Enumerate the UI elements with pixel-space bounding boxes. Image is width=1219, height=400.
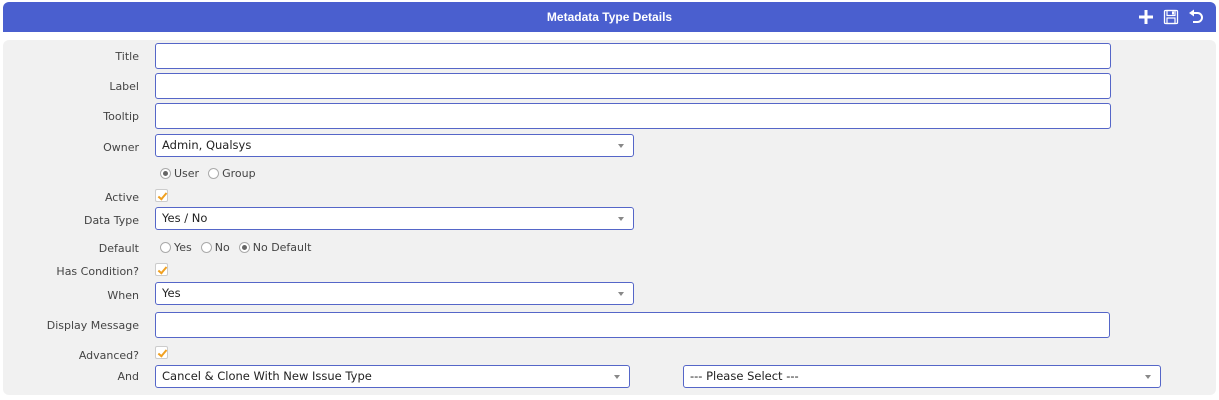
and-target-value: --- Please Select --- bbox=[690, 369, 799, 383]
chevron-down-icon bbox=[618, 217, 624, 221]
undo-icon[interactable] bbox=[1186, 7, 1206, 27]
radio-default-none[interactable] bbox=[238, 241, 250, 253]
has-condition-label: Has Condition? bbox=[56, 265, 139, 278]
has-condition-checkbox[interactable] bbox=[155, 263, 168, 276]
and-label: And bbox=[117, 370, 139, 383]
title-label: Title bbox=[115, 50, 139, 63]
header-actions bbox=[1136, 7, 1206, 27]
when-value: Yes bbox=[162, 286, 181, 300]
owner-type-user[interactable]: User bbox=[160, 167, 199, 180]
panel-header: Metadata Type Details bbox=[3, 2, 1216, 32]
radio-default-yes[interactable] bbox=[160, 241, 171, 253]
data-type-select[interactable]: Yes / No bbox=[155, 207, 634, 230]
owner-type-group-option[interactable]: Group bbox=[208, 167, 256, 180]
and-action-select[interactable]: Cancel & Clone With New Issue Type bbox=[155, 365, 630, 388]
display-message-label: Display Message bbox=[46, 319, 139, 332]
default-none-label: No Default bbox=[252, 240, 312, 254]
advanced-label: Advanced? bbox=[78, 349, 139, 362]
radio-default-no[interactable] bbox=[200, 241, 212, 253]
when-label: When bbox=[107, 289, 139, 302]
owner-type-group-label: Group bbox=[222, 166, 256, 180]
owner-value: Admin, Qualsys bbox=[162, 138, 252, 152]
label-label: Label bbox=[109, 80, 139, 93]
active-label: Active bbox=[104, 191, 139, 204]
tooltip-input[interactable] bbox=[155, 103, 1111, 129]
data-type-value: Yes / No bbox=[162, 211, 208, 225]
radio-group[interactable] bbox=[208, 167, 220, 179]
title-input[interactable] bbox=[155, 43, 1111, 69]
owner-select[interactable]: Admin, Qualsys bbox=[155, 134, 634, 157]
default-no[interactable]: No bbox=[200, 240, 230, 254]
when-select[interactable]: Yes bbox=[155, 282, 634, 305]
owner-label: Owner bbox=[103, 141, 139, 154]
active-checkbox[interactable] bbox=[155, 189, 168, 202]
add-icon[interactable] bbox=[1136, 7, 1156, 27]
and-action-value: Cancel & Clone With New Issue Type bbox=[162, 369, 372, 383]
tooltip-label: Tooltip bbox=[103, 110, 139, 123]
chevron-down-icon bbox=[618, 144, 624, 148]
chevron-down-icon bbox=[1145, 375, 1151, 379]
owner-type-user-label: User bbox=[174, 166, 200, 180]
default-yes-label: Yes bbox=[174, 240, 192, 254]
default-yes[interactable]: Yes bbox=[160, 241, 192, 254]
and-target-select[interactable]: --- Please Select --- bbox=[683, 365, 1161, 388]
data-type-label: Data Type bbox=[83, 214, 139, 227]
header-title: Metadata Type Details bbox=[546, 10, 673, 24]
default-group: Yes No No Default bbox=[160, 240, 320, 254]
chevron-down-icon bbox=[618, 292, 624, 296]
default-label: Default bbox=[98, 242, 139, 255]
owner-type-group: User Group bbox=[160, 166, 265, 180]
save-icon[interactable] bbox=[1161, 7, 1181, 27]
display-message-input[interactable] bbox=[155, 312, 1110, 338]
default-no-label: No bbox=[214, 240, 230, 254]
label-input[interactable] bbox=[155, 73, 1111, 99]
radio-user[interactable] bbox=[160, 167, 171, 179]
chevron-down-icon bbox=[614, 375, 620, 379]
advanced-checkbox[interactable] bbox=[155, 346, 168, 359]
details-form: Title Label Tooltip Owner Admin, Qualsys… bbox=[3, 40, 1216, 395]
default-none[interactable]: No Default bbox=[238, 240, 312, 254]
